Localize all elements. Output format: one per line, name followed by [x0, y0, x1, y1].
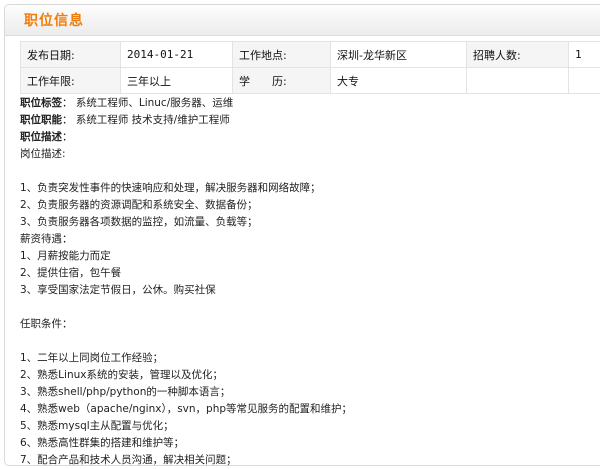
table-row: 发布日期: 2014-01-21 工作地点: 深圳-龙华新区 招聘人数: 1 — [21, 42, 600, 68]
description-line: 6、熟悉高性群集的搭建和维护等； — [20, 435, 595, 452]
function-label: 职位职能 — [20, 114, 62, 126]
tags-row: 职位标签： 系统工程师、Linuc/服务器、运维 — [20, 95, 595, 112]
table-row: 工作年限: 三年以上 学 历: 大专 — [21, 68, 600, 94]
function-row: 职位职能： 系统工程师 技术支持/维护工程师 — [20, 112, 595, 129]
description-line: 2、熟悉Linux系统的安装，管理以及优化； — [20, 367, 595, 384]
experience-label: 工作年限: — [21, 68, 121, 94]
section-title: 职位信息 — [24, 10, 84, 30]
publish-date-value: 2014-01-21 — [121, 42, 233, 68]
description-line: 岗位描述: — [20, 146, 595, 163]
education-label: 学 历: — [233, 68, 331, 94]
description-line: 1、二年以上同岗位工作经验； — [20, 350, 595, 367]
description-line: 3、享受国家法定节假日，公休。购买社保 — [20, 282, 595, 299]
job-details: 职位标签： 系统工程师、Linuc/服务器、运维 职位职能： 系统工程师 技术支… — [20, 95, 595, 469]
description-heading-row: 职位描述： — [20, 129, 595, 146]
description-line — [20, 299, 595, 316]
location-label: 工作地点: — [233, 42, 331, 68]
description-line: 3、负责服务器各项数据的监控，如流量、负载等； — [20, 214, 595, 231]
description-line: 7、配合产品和技术人员沟通，解决相关问题； — [20, 452, 595, 469]
description-line: 4、熟悉web（apache/nginx），svn，php等常见服务的配置和维护… — [20, 401, 595, 418]
description-line — [20, 333, 595, 350]
description-line: 任职条件： — [20, 316, 595, 333]
description-line: 3、熟悉shell/php/python的一种脚本语言； — [20, 384, 595, 401]
description-line: 2、提供住宿，包午餐 — [20, 265, 595, 282]
location-value: 深圳-龙华新区 — [331, 42, 467, 68]
headcount-value: 1 — [569, 42, 600, 68]
description-line: 薪资待遇： — [20, 231, 595, 248]
description-line: 1、负责突发性事件的快速响应和处理，解决服务器和网络故障； — [20, 180, 595, 197]
description-line: 5、熟悉mysql主从配置与优化； — [20, 418, 595, 435]
empty-cell — [467, 68, 569, 94]
education-value: 大专 — [331, 68, 467, 94]
experience-value: 三年以上 — [121, 68, 233, 94]
tags-value: 系统工程师、Linuc/服务器、运维 — [76, 97, 233, 109]
publish-date-label: 发布日期: — [21, 42, 121, 68]
tags-label: 职位标签 — [20, 97, 62, 109]
empty-cell — [569, 68, 600, 94]
description-line: 2、负责服务器的资源调配和系统安全、数据备份； — [20, 197, 595, 214]
description-heading: 职位描述 — [20, 131, 62, 143]
section-header: 职位信息 — [5, 5, 600, 36]
description-line — [20, 163, 595, 180]
description-body: 岗位描述: 1、负责突发性事件的快速响应和处理，解决服务器和网络故障；2、负责服务… — [20, 146, 595, 469]
headcount-label: 招聘人数: — [467, 42, 569, 68]
description-line: 1、月薪按能力而定 — [20, 248, 595, 265]
job-summary-table: 发布日期: 2014-01-21 工作地点: 深圳-龙华新区 招聘人数: 1 工… — [20, 41, 600, 94]
function-value: 系统工程师 技术支持/维护工程师 — [76, 114, 230, 126]
